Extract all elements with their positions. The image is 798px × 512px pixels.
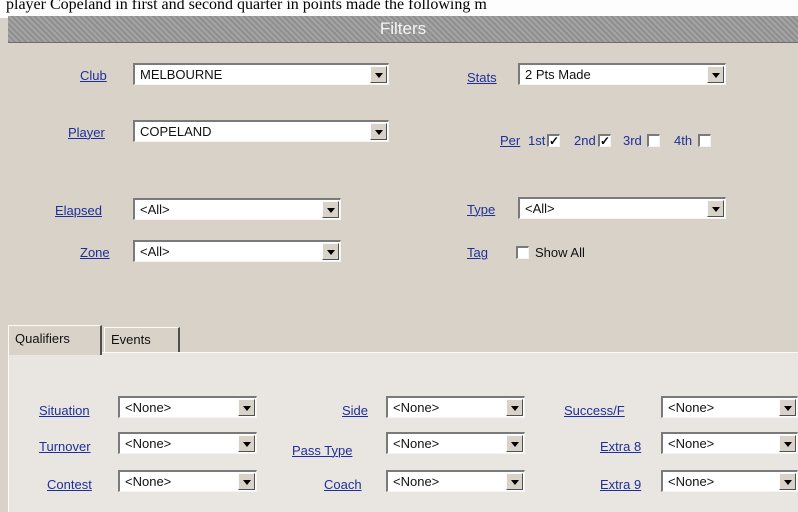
situation-label: Situation: [39, 403, 90, 418]
situation-value: <None>: [125, 400, 172, 415]
period-3rd-checkbox[interactable]: [647, 134, 660, 147]
period-4th-label: 4th: [674, 133, 693, 148]
filters-title-bar: Filters: [8, 16, 798, 43]
elapsed-select[interactable]: <All>: [133, 198, 341, 220]
side-value: <None>: [393, 400, 440, 415]
stats-select[interactable]: 2 Pts Made: [518, 63, 726, 85]
tab-qualifiers-label: Qualifiers: [15, 331, 70, 346]
pass-type-value: <None>: [393, 436, 440, 451]
contest-select[interactable]: <None>: [118, 470, 257, 492]
contest-label: Contest: [47, 477, 92, 492]
tab-qualifiers[interactable]: Qualifiers: [8, 325, 102, 355]
coach-select[interactable]: <None>: [386, 470, 525, 492]
elapsed-label: Elapsed: [55, 203, 102, 218]
side-select[interactable]: <None>: [386, 396, 525, 418]
chevron-down-icon[interactable]: [238, 399, 255, 416]
situation-select[interactable]: <None>: [118, 396, 257, 418]
caption-label: player Copeland in first and second quar…: [6, 0, 487, 13]
turnover-select[interactable]: <None>: [118, 432, 257, 454]
period-1st-label: 1st: [528, 133, 546, 148]
club-select[interactable]: MELBOURNE: [133, 63, 389, 85]
tag-label: Tag: [467, 245, 488, 260]
player-select[interactable]: COPELAND: [133, 120, 389, 142]
filters-title: Filters: [379, 19, 427, 38]
stats-value: 2 Pts Made: [525, 67, 591, 82]
extra-9-select[interactable]: <None>: [661, 470, 798, 492]
chevron-down-icon[interactable]: [238, 435, 255, 452]
chevron-down-icon[interactable]: [707, 200, 724, 217]
success-value: <None>: [668, 400, 715, 415]
chevron-down-icon[interactable]: [707, 66, 724, 83]
chevron-down-icon[interactable]: [506, 473, 523, 490]
tab-events-label: Events: [111, 332, 151, 347]
type-value: <All>: [525, 201, 555, 216]
period-2nd-checkbox[interactable]: ✓: [598, 134, 611, 147]
check-icon: ✓: [549, 134, 560, 148]
chevron-down-icon[interactable]: [779, 399, 796, 416]
chevron-down-icon[interactable]: [322, 243, 339, 260]
type-select[interactable]: <All>: [518, 197, 726, 219]
chevron-down-icon[interactable]: [322, 201, 339, 218]
chevron-down-icon[interactable]: [779, 473, 796, 490]
chevron-down-icon[interactable]: [370, 66, 387, 83]
tag-show-all-label: Show All: [535, 245, 585, 260]
period-1st-checkbox[interactable]: ✓: [547, 134, 560, 147]
chevron-down-icon[interactable]: [506, 435, 523, 452]
club-value: MELBOURNE: [140, 67, 223, 82]
period-3rd-label: 3rd: [623, 133, 642, 148]
contest-value: <None>: [125, 474, 172, 489]
tab-events[interactable]: Events: [104, 327, 180, 353]
stats-label: Stats: [467, 70, 497, 85]
extra-8-label: Extra 8: [600, 439, 642, 454]
check-icon: ✓: [600, 134, 611, 148]
zone-value: <All>: [140, 244, 170, 259]
chevron-down-icon[interactable]: [238, 473, 255, 490]
side-label: Side: [342, 403, 369, 418]
extra-8-value: <None>: [668, 436, 715, 451]
coach-label: Coach: [324, 477, 362, 492]
chevron-down-icon[interactable]: [370, 123, 387, 140]
success-select[interactable]: <None>: [661, 396, 798, 418]
club-label: Club: [80, 68, 107, 83]
extra-8-select[interactable]: <None>: [661, 432, 798, 454]
extra-9-label: Extra 9: [600, 477, 642, 492]
chevron-down-icon[interactable]: [506, 399, 523, 416]
pass-type-label: Pass Type: [292, 443, 353, 458]
success-label: Success/F: [564, 403, 625, 418]
player-label: Player: [68, 125, 105, 140]
tag-show-all-checkbox[interactable]: [516, 246, 529, 259]
period-2nd-label: 2nd: [574, 133, 596, 148]
coach-value: <None>: [393, 474, 440, 489]
zone-label: Zone: [80, 245, 110, 260]
type-label: Type: [467, 202, 496, 217]
turnover-value: <None>: [125, 436, 172, 451]
period-4th-checkbox[interactable]: [698, 134, 711, 147]
player-value: COPELAND: [140, 124, 212, 139]
pass-type-select[interactable]: <None>: [386, 432, 525, 454]
extra-9-value: <None>: [668, 474, 715, 489]
elapsed-value: <All>: [140, 202, 170, 217]
per-label: Per: [500, 133, 521, 148]
turnover-label: Turnover: [39, 439, 91, 454]
chevron-down-icon[interactable]: [779, 435, 796, 452]
qualifiers-tab-panel: Situation <None> Turnover <None> Contest…: [8, 352, 798, 512]
zone-select[interactable]: <All>: [133, 240, 341, 262]
